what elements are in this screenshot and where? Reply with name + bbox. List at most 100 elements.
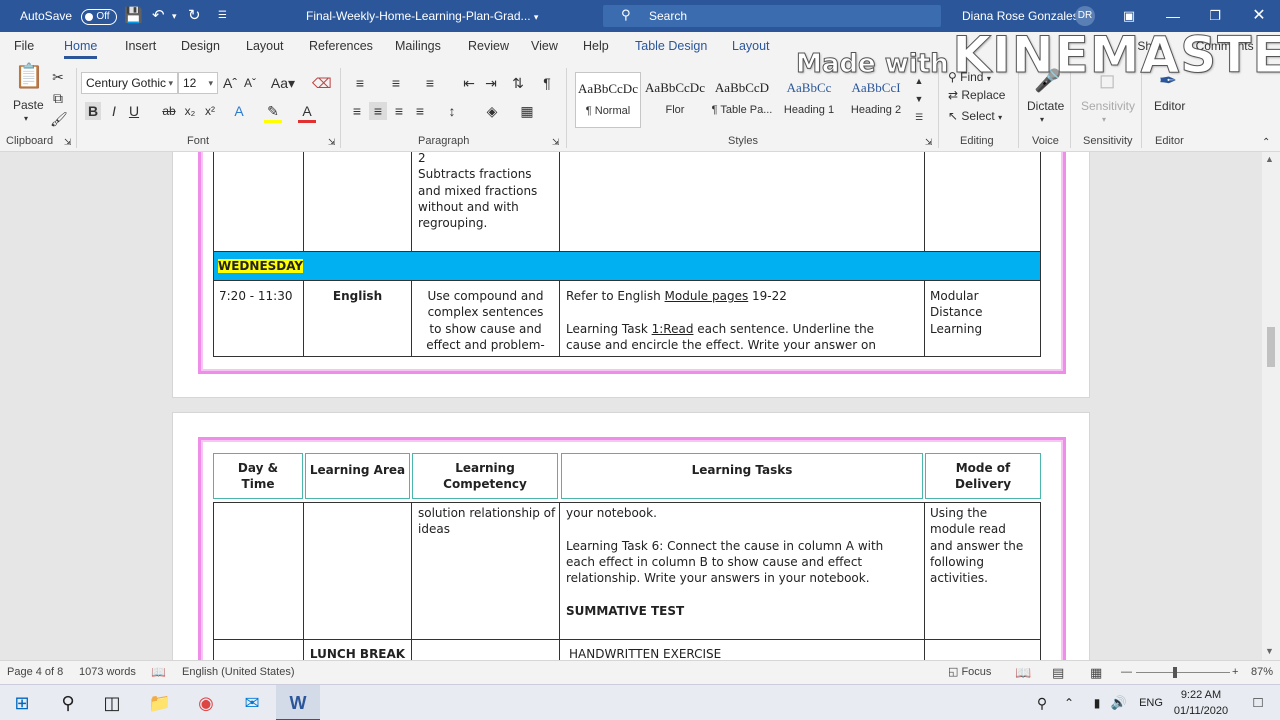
zoom-in-button[interactable]: +	[1232, 661, 1238, 684]
style-flor[interactable]: AaBbCcDc Flor	[642, 72, 708, 128]
multilevel-list-icon[interactable]: ≡	[418, 74, 442, 92]
increase-indent-icon[interactable]: ⇥	[482, 74, 500, 92]
align-right-icon[interactable]: ≡	[390, 102, 408, 120]
read-mode-icon[interactable]: 📖	[1015, 661, 1031, 684]
scroll-up-icon[interactable]: ▲	[1265, 154, 1274, 164]
sensitivity-button[interactable]: Sensitivity	[1081, 99, 1135, 113]
autosave-toggle[interactable]: Off	[81, 8, 118, 25]
dictate-button[interactable]: Dictate	[1027, 99, 1064, 113]
redo-icon[interactable]: ↻	[188, 0, 201, 32]
sort-icon[interactable]: ⇅	[508, 74, 528, 92]
zoom-level[interactable]: 87%	[1251, 661, 1273, 684]
paste-icon[interactable]: 📋	[14, 65, 44, 89]
editor-button[interactable]: Editor	[1154, 99, 1185, 113]
search-input[interactable]: ⚲ Search	[603, 5, 941, 27]
print-layout-icon[interactable]: ▤	[1052, 661, 1064, 684]
tab-help[interactable]: Help	[583, 32, 609, 62]
proofing-icon[interactable]: 📖	[151, 661, 166, 684]
tab-mailings[interactable]: Mailings	[395, 32, 441, 62]
font-name-select[interactable]: Century Gothic ▾	[81, 72, 178, 94]
font-size-select[interactable]: 12 ▾	[178, 72, 218, 94]
shading-icon[interactable]: ◈	[480, 102, 504, 120]
style-normal[interactable]: AaBbCcDc ¶ Normal	[575, 72, 641, 128]
numbering-icon[interactable]: ≡	[384, 74, 408, 92]
zoom-slider[interactable]	[1136, 672, 1230, 673]
paragraph-launcher-icon[interactable]: ⇲	[552, 137, 560, 148]
tab-home[interactable]: Home	[64, 32, 98, 62]
customize-toolbar-icon[interactable]: ☰	[218, 0, 227, 32]
system-clock[interactable]: 9:22 AM 01/11/2020	[1168, 687, 1234, 719]
word-count[interactable]: 1073 words	[79, 661, 136, 684]
borders-icon[interactable]: ▦	[514, 102, 540, 120]
tab-review[interactable]: Review	[468, 32, 509, 62]
superscript-button[interactable]: x²	[202, 102, 218, 120]
justify-icon[interactable]: ≡	[411, 102, 429, 120]
windows-start-icon[interactable]: ⊞	[0, 685, 44, 720]
styles-more-icon[interactable]: ☰	[912, 108, 926, 126]
align-center-icon[interactable]: ≡	[369, 102, 387, 120]
cut-icon[interactable]: ✂	[50, 68, 66, 86]
tab-table-layout[interactable]: Layout	[732, 32, 770, 62]
copy-icon[interactable]: ⧉	[50, 89, 66, 107]
font-color-icon[interactable]: A	[298, 102, 316, 123]
replace-button[interactable]: ⇄ Replace	[948, 88, 1005, 102]
change-case-icon[interactable]: Aa▾	[270, 74, 296, 92]
decrease-indent-icon[interactable]: ⇤	[460, 74, 478, 92]
chrome-icon[interactable]: ◉	[184, 685, 228, 720]
show-formatting-icon[interactable]: ¶	[538, 74, 556, 92]
save-icon[interactable]: 💾	[124, 0, 143, 32]
scroll-down-icon[interactable]: ▼	[1265, 646, 1274, 656]
underline-button[interactable]: U	[126, 102, 142, 120]
tab-table-design[interactable]: Table Design	[635, 32, 707, 62]
notifications-icon[interactable]: □	[1236, 685, 1280, 720]
strikethrough-button[interactable]: ab	[160, 102, 178, 120]
line-spacing-icon[interactable]: ↕	[440, 102, 464, 120]
language[interactable]: English (United States)	[182, 661, 295, 684]
autosave[interactable]: AutoSave Off	[20, 0, 118, 32]
word-app-icon[interactable]: W	[276, 685, 320, 720]
web-layout-icon[interactable]: ▦	[1090, 661, 1102, 684]
focus-button[interactable]: ◱ Focus	[948, 661, 991, 684]
tab-insert[interactable]: Insert	[125, 32, 156, 62]
scroll-thumb[interactable]	[1267, 327, 1275, 367]
avatar[interactable]: DR	[1075, 6, 1095, 26]
tab-view[interactable]: View	[531, 32, 558, 62]
bold-button[interactable]: B	[85, 102, 101, 120]
volume-icon[interactable]: 🔊	[1106, 685, 1132, 720]
select-button[interactable]: ↖ Select ▾	[948, 109, 1002, 123]
text-effects-icon[interactable]: A	[230, 102, 248, 120]
clear-formatting-icon[interactable]: ⌫	[312, 74, 332, 92]
dictate-dropdown-icon[interactable]: ▾	[1040, 115, 1044, 124]
style-table-paragraph[interactable]: AaBbCcD ¶ Table Pa...	[709, 72, 775, 128]
align-left-icon[interactable]: ≡	[348, 102, 366, 120]
vertical-scrollbar[interactable]: ▲ ▼	[1262, 152, 1280, 660]
collapse-ribbon-icon[interactable]: ⌃	[1262, 137, 1270, 148]
search-icon[interactable]: ⚲	[46, 685, 90, 720]
highlight-color-icon[interactable]: ✎	[264, 102, 282, 123]
styles-scroll-down-icon[interactable]: ▼	[912, 90, 926, 108]
undo-icon[interactable]: ↶	[152, 0, 165, 32]
zoom-slider-thumb[interactable]	[1173, 667, 1177, 678]
font-launcher-icon[interactable]: ⇲	[328, 137, 336, 148]
file-explorer-icon[interactable]: 📁	[138, 685, 182, 720]
paste-dropdown-icon[interactable]: ▾	[24, 114, 28, 123]
tab-layout[interactable]: Layout	[246, 32, 284, 62]
subscript-button[interactable]: x₂	[182, 102, 198, 120]
paste-button[interactable]: Paste	[13, 98, 44, 112]
zoom-out-button[interactable]: —	[1121, 661, 1132, 684]
show-hidden-icons[interactable]: ⌃	[1054, 685, 1084, 720]
document-title[interactable]: Final-Weekly-Home-Learning-Plan-Grad... …	[306, 0, 538, 32]
language-indicator[interactable]: ENG	[1134, 685, 1168, 720]
undo-dropdown-icon[interactable]: ▾	[172, 0, 177, 32]
tab-file[interactable]: File	[14, 32, 34, 62]
format-painter-icon[interactable]: 🖌	[50, 110, 68, 128]
page-count[interactable]: Page 4 of 8	[7, 661, 63, 684]
mail-icon[interactable]: ✉	[230, 685, 274, 720]
clipboard-launcher-icon[interactable]: ⇲	[64, 137, 72, 148]
shrink-font-icon[interactable]: Aˇ	[242, 74, 258, 92]
italic-button[interactable]: I	[106, 102, 122, 120]
tab-references[interactable]: References	[309, 32, 373, 62]
grow-font-icon[interactable]: Aˆ	[222, 74, 238, 92]
styles-launcher-icon[interactable]: ⇲	[925, 137, 933, 148]
task-view-icon[interactable]: ◫	[90, 685, 134, 720]
